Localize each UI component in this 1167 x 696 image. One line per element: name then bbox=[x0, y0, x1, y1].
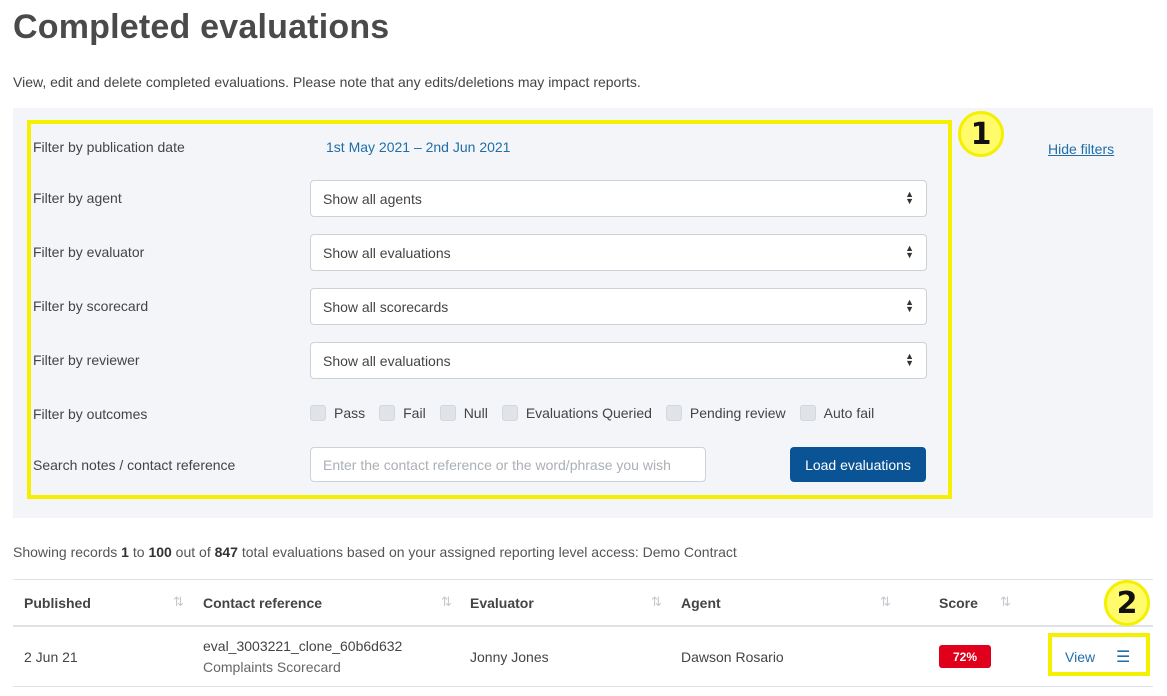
row-scorecard: Complaints Scorecard bbox=[203, 659, 341, 675]
records-suffix: total evaluations based on your assigned… bbox=[237, 544, 737, 560]
score-badge: 72% bbox=[939, 645, 991, 668]
sort-score-icon[interactable]: ⇅ bbox=[1000, 595, 1011, 610]
records-total: 847 bbox=[214, 544, 238, 560]
header-published[interactable]: Published bbox=[24, 595, 91, 611]
sort-evaluator-icon[interactable]: ⇅ bbox=[651, 595, 662, 610]
records-prefix: Showing records bbox=[13, 544, 122, 560]
header-contact-reference[interactable]: Contact reference bbox=[203, 595, 322, 611]
annotation-badge-1: 1 bbox=[958, 111, 1004, 157]
records-summary: Showing records 1 to 100 out of 847 tota… bbox=[13, 544, 737, 560]
annotation-badge-2: 2 bbox=[1104, 580, 1150, 626]
row-evaluator: Jonny Jones bbox=[470, 649, 549, 665]
records-to: 100 bbox=[148, 544, 172, 560]
sort-agent-icon[interactable]: ⇅ bbox=[880, 595, 891, 610]
header-agent[interactable]: Agent bbox=[681, 595, 721, 611]
row-contact-reference: eval_3003221_clone_60b6d632 bbox=[203, 638, 403, 654]
table-top-border bbox=[13, 579, 1153, 580]
table-row-border bbox=[13, 686, 1153, 687]
row-agent: Dawson Rosario bbox=[681, 649, 784, 665]
row-published: 2 Jun 21 bbox=[24, 649, 78, 665]
header-score[interactable]: Score bbox=[939, 595, 978, 611]
sort-contact-icon[interactable]: ⇅ bbox=[441, 595, 452, 610]
sort-published-icon[interactable]: ⇅ bbox=[173, 595, 184, 610]
table-header-border bbox=[13, 625, 1153, 627]
records-to-word: to bbox=[128, 544, 149, 560]
highlight-box-filters bbox=[27, 120, 952, 499]
header-evaluator[interactable]: Evaluator bbox=[470, 595, 534, 611]
hide-filters-link[interactable]: Hide filters bbox=[1048, 141, 1114, 157]
records-outof-word: out of bbox=[171, 544, 215, 560]
records-from: 1 bbox=[121, 544, 129, 560]
highlight-box-actions bbox=[1048, 633, 1150, 676]
page-title: Completed evaluations bbox=[13, 8, 390, 46]
page-subtitle: View, edit and delete completed evaluati… bbox=[13, 74, 641, 90]
